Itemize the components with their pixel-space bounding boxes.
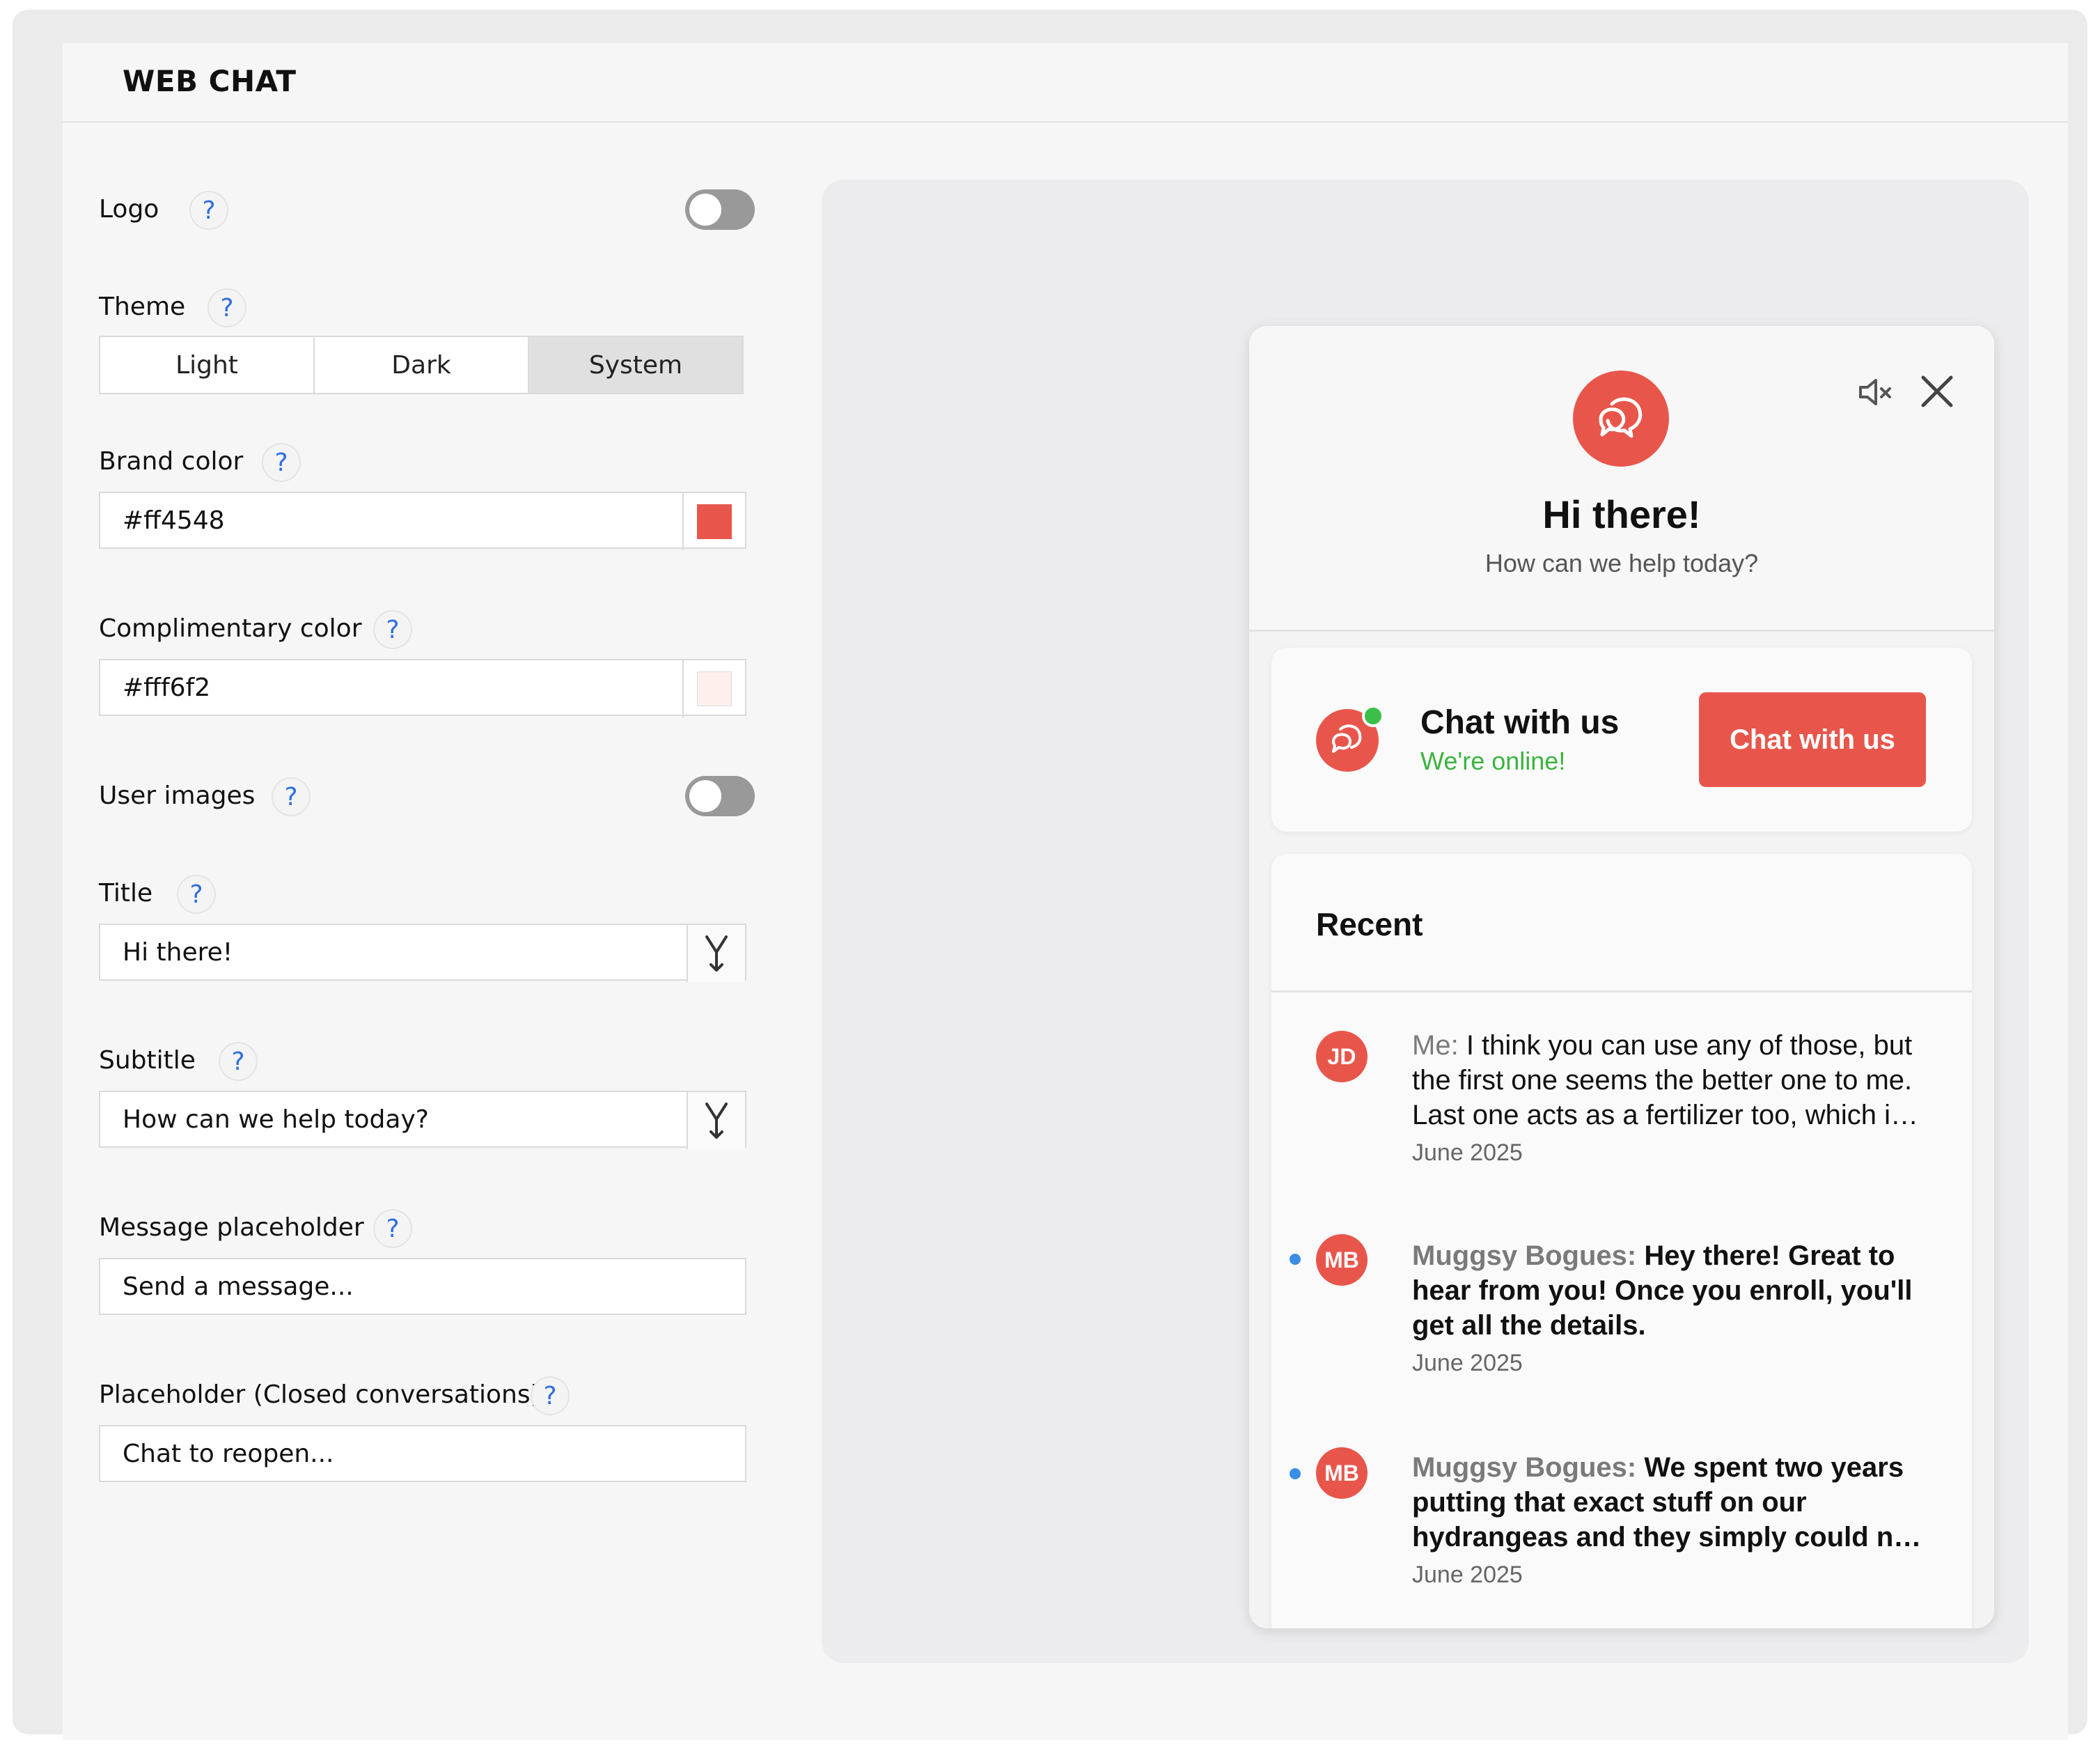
user-images-toggle[interactable] xyxy=(685,776,755,816)
closed-placeholder-help-icon[interactable]: ? xyxy=(532,1378,568,1414)
complimentary-color-label: Complimentary color xyxy=(99,614,362,643)
settings-panel: WEB CHAT Logo ? Theme ? Light Dark Syste… xyxy=(63,43,2068,1740)
logo-toggle[interactable] xyxy=(685,189,755,230)
message-text: I think you can use any of those, but th… xyxy=(1412,1030,1918,1130)
theme-help-icon[interactable]: ? xyxy=(209,290,245,326)
closed-placeholder-input[interactable]: Chat to reopen... xyxy=(99,1425,746,1482)
complimentary-color-swatch xyxy=(697,671,732,706)
message-placeholder-label: Message placeholder xyxy=(99,1213,364,1242)
complimentary-color-value: #fff6f2 xyxy=(123,673,211,702)
avatar: JD xyxy=(1316,1031,1368,1082)
title-input[interactable]: Hi there! xyxy=(99,924,746,982)
message-preview: Muggsy Bogues: Hey there! Great to hear … xyxy=(1412,1238,1941,1343)
variable-icon xyxy=(705,1103,728,1139)
subtitle-value: How can we help today? xyxy=(123,1105,429,1134)
recent-title: Recent xyxy=(1316,906,1423,942)
chat-with-us-card: Chat with us We're online! Chat with us xyxy=(1271,648,1972,832)
message-placeholder-value: Send a message... xyxy=(123,1272,354,1301)
brand-color-value: #ff4548 xyxy=(123,506,225,535)
title-help-icon[interactable]: ? xyxy=(178,876,214,912)
theme-option-dark[interactable]: Dark xyxy=(315,337,529,393)
user-images-help-icon[interactable]: ? xyxy=(273,779,309,815)
widget-header: Hi there! How can we help today? xyxy=(1249,326,1994,632)
theme-option-system[interactable]: System xyxy=(529,337,742,393)
complimentary-color-picker[interactable] xyxy=(682,660,745,717)
logo-label: Logo xyxy=(99,195,159,224)
message-sender: Me: xyxy=(1412,1030,1459,1061)
message-date: June 2025 xyxy=(1412,1350,1523,1376)
chat-bubbles-icon xyxy=(1599,397,1643,438)
panel-header: WEB CHAT xyxy=(63,43,2068,123)
widget-subtitle: How can we help today? xyxy=(1484,549,1759,577)
message-placeholder-help-icon[interactable]: ? xyxy=(375,1210,411,1247)
close-icon[interactable] xyxy=(1918,372,1957,411)
brand-color-label: Brand color xyxy=(99,447,244,476)
recent-conversations-card: Recent JD Me: I think you can use any of… xyxy=(1271,854,1972,1628)
unread-indicator xyxy=(1290,1254,1301,1265)
title-variable-button[interactable] xyxy=(687,925,745,982)
online-status-dot xyxy=(1362,705,1384,727)
brand-color-swatch xyxy=(697,504,732,539)
avatar: MB xyxy=(1316,1234,1368,1286)
conversation-item[interactable]: MB Muggsy Bogues: Hey there! Great to he… xyxy=(1271,1234,1972,1419)
brand-color-picker[interactable] xyxy=(682,493,745,550)
window-frame: WEB CHAT Logo ? Theme ? Light Dark Syste… xyxy=(13,10,2087,1740)
user-images-label: User images xyxy=(99,781,256,810)
closed-placeholder-label: Placeholder (Closed conversations) xyxy=(99,1380,540,1409)
page-title: WEB CHAT xyxy=(123,64,297,98)
message-preview: Muggsy Bogues: We spent two years puttin… xyxy=(1412,1450,1941,1555)
chat-widget-preview: Hi there! How can we help today? Chat wi… xyxy=(1249,326,1994,1628)
complimentary-color-input[interactable]: #fff6f2 xyxy=(99,659,746,717)
message-date: June 2025 xyxy=(1412,1139,1523,1166)
variable-icon xyxy=(705,935,728,972)
message-placeholder-input[interactable]: Send a message... xyxy=(99,1258,746,1315)
chat-card-title: Chat with us xyxy=(1420,704,1620,741)
message-sender: Muggsy Bogues: xyxy=(1412,1452,1637,1483)
theme-segmented-control: Light Dark System xyxy=(99,336,744,394)
unread-indicator xyxy=(1290,1468,1301,1479)
brand-color-input[interactable]: #ff4548 xyxy=(99,492,746,550)
logo-help-icon[interactable]: ? xyxy=(191,192,227,228)
conversation-item[interactable]: JD Me: I think you can use any of those,… xyxy=(1271,1028,1972,1209)
subtitle-variable-button[interactable] xyxy=(687,1092,745,1149)
message-sender: Muggsy Bogues: xyxy=(1412,1240,1637,1271)
complimentary-color-help-icon[interactable]: ? xyxy=(375,612,411,648)
avatar: MB xyxy=(1316,1447,1368,1499)
subtitle-input[interactable]: How can we help today? xyxy=(99,1091,746,1149)
brand-color-help-icon[interactable]: ? xyxy=(263,444,299,481)
online-status-text: We're online! xyxy=(1420,747,1566,775)
chat-with-us-button[interactable]: Chat with us xyxy=(1699,692,1926,787)
title-value: Hi there! xyxy=(123,937,233,967)
subtitle-label: Subtitle xyxy=(99,1046,196,1075)
page-frame: WEB CHAT Logo ? Theme ? Light Dark Syste… xyxy=(0,0,2100,1744)
message-date: June 2025 xyxy=(1412,1562,1523,1588)
chat-logo xyxy=(1573,371,1669,467)
message-preview: Me: I think you can use any of those, bu… xyxy=(1412,1028,1941,1132)
widget-title: Hi there! xyxy=(1542,492,1701,536)
theme-option-light[interactable]: Light xyxy=(100,337,315,393)
conversation-item[interactable]: MB Muggsy Bogues: We spent two years put… xyxy=(1271,1447,1972,1628)
theme-label: Theme xyxy=(99,293,186,321)
recent-divider xyxy=(1271,990,1972,992)
closed-placeholder-value: Chat to reopen... xyxy=(123,1439,334,1468)
chat-bubble-icon xyxy=(1332,724,1362,753)
subtitle-help-icon[interactable]: ? xyxy=(220,1043,256,1080)
title-label: Title xyxy=(99,879,153,908)
mute-icon[interactable] xyxy=(1855,372,1895,412)
